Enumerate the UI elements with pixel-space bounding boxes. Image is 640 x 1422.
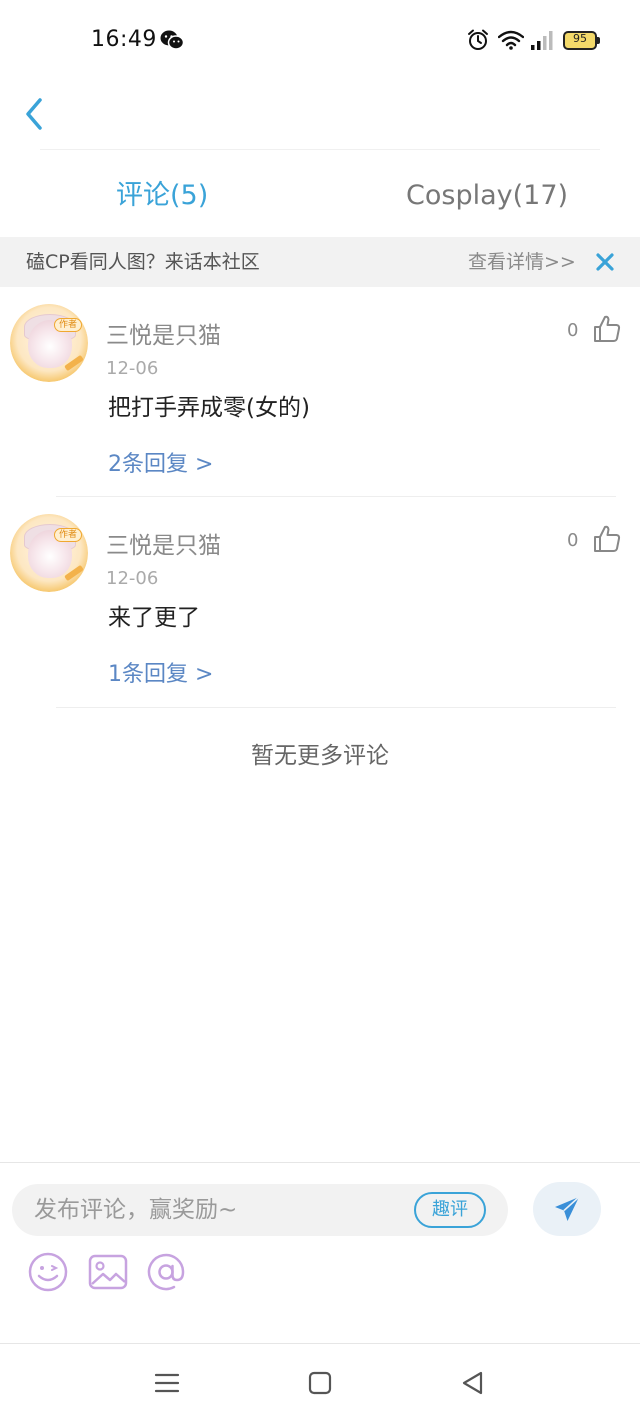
wifi-icon (498, 30, 524, 50)
comment-item: 作者 三悦是只猫 0 12-06 把打手弄成零(女的) 2条回复 > (0, 288, 640, 498)
wechat-icon (160, 30, 184, 50)
author-badge: 作者 (54, 528, 82, 542)
thumbs-up-icon[interactable] (592, 314, 622, 344)
status-bar: 16:49 95 (0, 0, 640, 80)
mention-icon[interactable] (144, 1250, 188, 1294)
send-icon (555, 1196, 580, 1221)
back-triangle-icon[interactable] (458, 1368, 488, 1398)
emoji-icon[interactable] (26, 1250, 70, 1294)
send-button[interactable] (533, 1182, 601, 1236)
comment-text: 来了更了 (108, 605, 200, 631)
nav-divider (40, 149, 600, 150)
back-button[interactable] (18, 94, 54, 134)
avatar[interactable]: 作者 (10, 514, 88, 592)
image-icon[interactable] (86, 1250, 130, 1294)
comment-text: 把打手弄成零(女的) (108, 395, 310, 421)
home-icon[interactable] (305, 1368, 335, 1398)
thumbs-up-icon[interactable] (592, 524, 622, 554)
battery-icon: 95 (563, 31, 601, 51)
status-time: 16:49 (91, 27, 157, 52)
author-badge: 作者 (54, 318, 82, 332)
comment-divider (56, 496, 616, 497)
like-count: 0 (567, 530, 579, 551)
avatar[interactable]: 作者 (10, 304, 88, 382)
replies-link[interactable]: 2条回复 > (108, 446, 213, 478)
promo-banner: 磕CP看同人图？来话本社区 查看详情>> (0, 237, 640, 287)
comment-date: 12-06 (106, 568, 159, 589)
like-count: 0 (567, 320, 579, 341)
comment-input-box[interactable]: 趣评 (12, 1184, 508, 1236)
quping-button[interactable]: 趣评 (414, 1192, 486, 1228)
comment-date: 12-06 (106, 358, 159, 379)
tab-comments[interactable]: 评论(5) (116, 174, 208, 218)
banner-text: 磕CP看同人图？来话本社区 (26, 251, 260, 273)
signal-icon (531, 31, 553, 50)
alarm-icon (468, 29, 488, 50)
comment-input[interactable] (34, 1184, 404, 1236)
system-nav-bar (0, 1344, 640, 1422)
battery-level: 95 (573, 32, 587, 45)
comment-username[interactable]: 三悦是只猫 (106, 316, 221, 350)
banner-details-link[interactable]: 查看详情>> (468, 237, 576, 287)
menu-icon[interactable] (152, 1368, 182, 1398)
comment-item: 作者 三悦是只猫 0 12-06 来了更了 1条回复 > (0, 498, 640, 708)
comment-username[interactable]: 三悦是只猫 (106, 526, 221, 560)
replies-link[interactable]: 1条回复 > (108, 656, 213, 688)
no-more-comments: 暂无更多评论 (251, 743, 389, 769)
tab-cosplay[interactable]: Cosplay(17) (406, 174, 568, 218)
comment-divider (56, 707, 616, 708)
close-icon[interactable] (594, 251, 616, 273)
